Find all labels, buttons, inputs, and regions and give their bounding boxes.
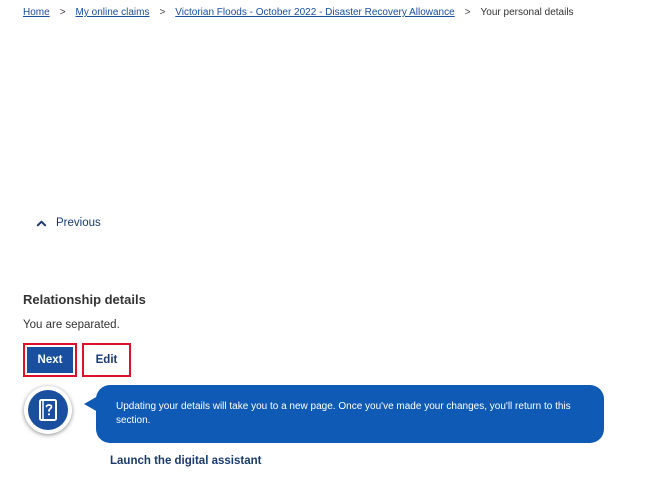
breadcrumb-link-home[interactable]: Home	[23, 7, 50, 18]
assistant-message: Updating your details will take you to a…	[116, 401, 571, 426]
previous-label: Previous	[56, 217, 101, 229]
relationship-status-text: You are separated.	[23, 319, 120, 331]
breadcrumb-current: Your personal details	[480, 7, 574, 18]
previous-link[interactable]: Previous	[36, 217, 101, 229]
chevron-up-icon	[36, 220, 47, 226]
breadcrumb-link-my-online-claims[interactable]: My online claims	[76, 7, 150, 18]
breadcrumb: Home > My online claims > Victorian Floo…	[23, 7, 574, 18]
next-button-label: Next	[27, 347, 73, 373]
assistant-message-bubble: Updating your details will take you to a…	[96, 385, 604, 443]
breadcrumb-separator: >	[59, 7, 66, 18]
next-button[interactable]: Next	[23, 343, 77, 377]
breadcrumb-separator: >	[159, 7, 166, 18]
edit-button[interactable]: Edit	[82, 343, 131, 377]
assistant-avatar	[24, 386, 72, 434]
breadcrumb-separator: >	[464, 7, 471, 18]
section-title: Relationship details	[23, 292, 146, 307]
help-book-icon	[39, 399, 57, 421]
launch-digital-assistant-link[interactable]: Launch the digital assistant	[110, 455, 261, 467]
page: Home > My online claims > Victorian Floo…	[0, 0, 650, 481]
assistant-avatar-disc	[28, 390, 68, 430]
breadcrumb-link-claim[interactable]: Victorian Floods - October 2022 - Disast…	[175, 7, 454, 18]
